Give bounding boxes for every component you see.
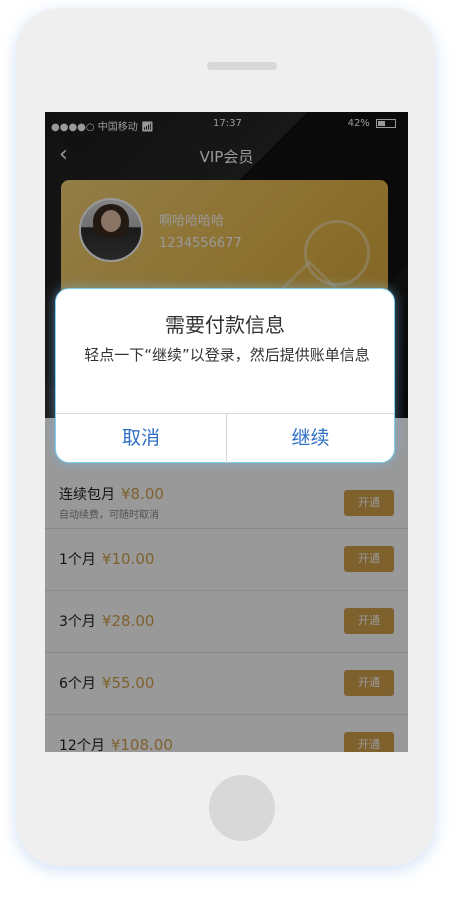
payment-alert-dialog: 需要付款信息 轻点一下“继续”以登录，然后提供账单信息 取消 继续 [55,288,395,463]
alert-title: 需要付款信息 [165,313,285,337]
cancel-button[interactable]: 取消 [56,414,226,463]
continue-button[interactable]: 继续 [227,414,394,463]
alert-message: 轻点一下“继续”以登录，然后提供账单信息 [84,346,370,364]
home-button[interactable] [209,775,275,841]
phone-speaker [207,62,277,70]
